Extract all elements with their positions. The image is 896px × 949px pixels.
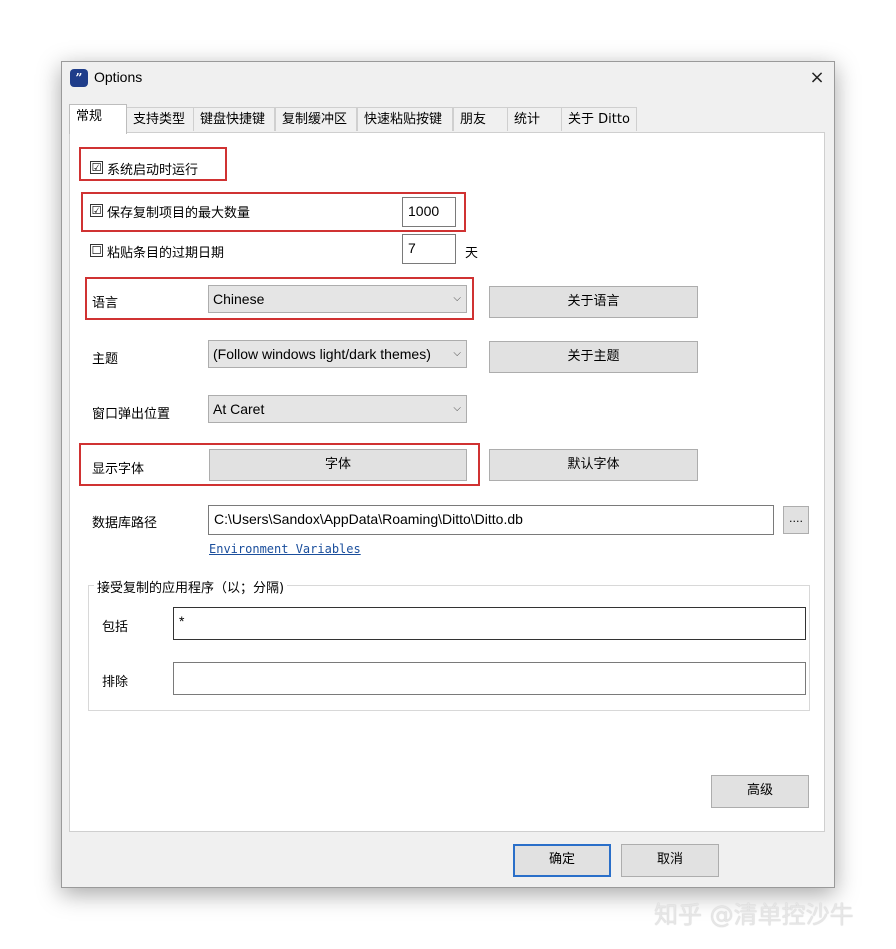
theme-dropdown[interactable]: (Follow windows light/dark themes) ⌵: [208, 340, 467, 368]
startup-checkbox[interactable]: ☑: [90, 161, 103, 174]
chevron-down-icon: ⌵: [450, 341, 461, 367]
include-input[interactable]: *: [173, 607, 806, 640]
popup-position-label: 窗口弹出位置: [92, 407, 171, 422]
language-dropdown[interactable]: Chinese ⌵: [208, 285, 467, 313]
tab-keyboard-shortcuts[interactable]: 键盘快捷键: [193, 107, 275, 131]
ditto-app-icon: ”: [70, 69, 88, 87]
expire-label: 粘贴条目的过期日期: [107, 246, 225, 261]
language-value: Chinese: [213, 291, 265, 307]
accepted-apps-group-title: 接受复制的应用程序（以；分隔): [94, 577, 288, 596]
watermark: 知乎 @清单控沙牛: [654, 901, 854, 929]
popup-position-dropdown[interactable]: At Caret ⌵: [208, 395, 467, 423]
db-path-label: 数据库路径: [92, 516, 158, 531]
tab-friends[interactable]: 朋友: [453, 107, 508, 131]
tab-about-ditto[interactable]: 关于 Ditto: [561, 107, 637, 131]
font-label: 显示字体: [92, 462, 145, 477]
window-title: Options: [94, 69, 143, 85]
popup-position-value: At Caret: [213, 401, 265, 417]
environment-variables-link[interactable]: Environment Variables: [209, 542, 361, 556]
options-dialog: ” Options × 常规 支持类型 键盘快捷键 复制缓冲区 快速粘贴按键 朋…: [61, 61, 835, 888]
include-label: 包括: [102, 620, 129, 635]
expire-days-input[interactable]: 7: [402, 234, 456, 264]
max-saved-checkbox[interactable]: ☑: [90, 204, 103, 217]
language-label: 语言: [92, 296, 119, 311]
tab-supported-types[interactable]: 支持类型: [126, 107, 194, 131]
about-language-button[interactable]: 关于语言: [489, 286, 698, 318]
theme-value: (Follow windows light/dark themes): [213, 346, 431, 362]
tab-quick-paste-keys[interactable]: 快速粘贴按键: [357, 107, 453, 131]
db-path-input[interactable]: C:\Users\Sandox\AppData\Roaming\Ditto\Di…: [208, 505, 774, 535]
max-saved-label: 保存复制项目的最大数量: [107, 206, 251, 221]
browse-db-button[interactable]: ....: [783, 506, 809, 534]
chevron-down-icon: ⌵: [453, 403, 461, 414]
tab-stats[interactable]: 统计: [507, 107, 562, 131]
cancel-button[interactable]: 取消: [621, 844, 719, 877]
close-icon[interactable]: ×: [804, 66, 830, 90]
tab-general[interactable]: 常规: [69, 104, 127, 134]
max-saved-input[interactable]: 1000: [402, 197, 456, 227]
expire-unit: 天: [465, 246, 479, 261]
expire-checkbox[interactable]: ☐: [90, 244, 103, 257]
font-button[interactable]: 字体: [209, 449, 467, 481]
about-theme-button[interactable]: 关于主题: [489, 341, 698, 373]
ok-button[interactable]: 确定: [513, 844, 611, 877]
exclude-label: 排除: [102, 675, 129, 690]
default-font-button[interactable]: 默认字体: [489, 449, 698, 481]
advanced-button[interactable]: 高级: [711, 775, 809, 808]
exclude-input[interactable]: [173, 662, 806, 695]
tab-copy-buffers[interactable]: 复制缓冲区: [275, 107, 357, 131]
theme-label: 主题: [92, 352, 119, 367]
title-bar[interactable]: ” Options ×: [62, 62, 834, 94]
chevron-down-icon: ⌵: [453, 293, 461, 304]
startup-label: 系统启动时运行: [107, 163, 199, 178]
